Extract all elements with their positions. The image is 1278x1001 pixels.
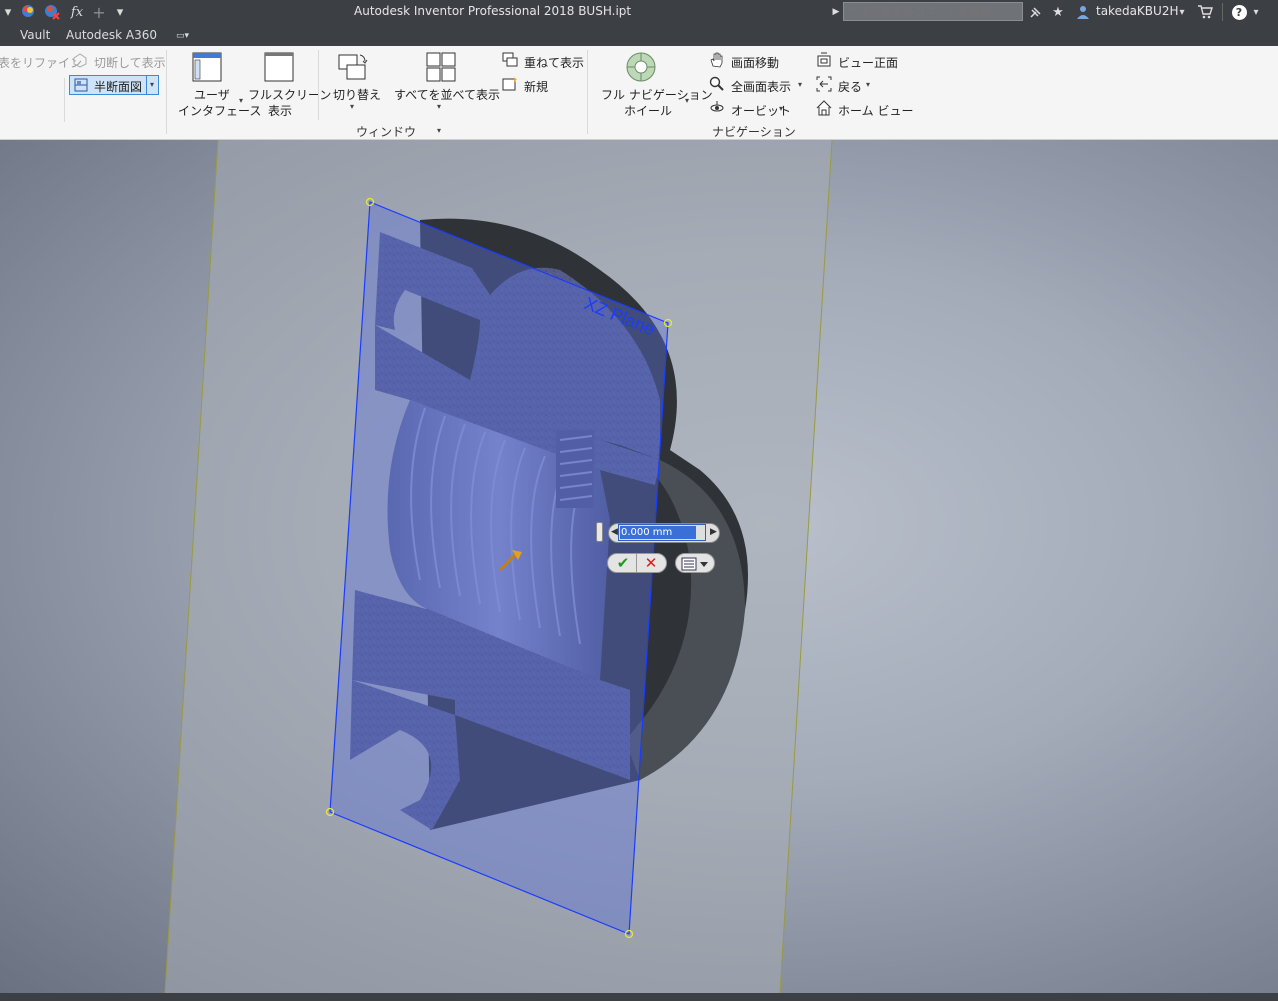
navigation-panel-label: ナビゲーション bbox=[712, 125, 796, 139]
window-panel-label: ウィンドウ bbox=[356, 125, 417, 139]
previous-view-label[interactable]: 戻る bbox=[838, 78, 862, 95]
decrease-arrow-icon[interactable]: ◀ bbox=[611, 527, 618, 537]
orbit-dropdown-icon[interactable]: ▾ bbox=[779, 104, 783, 113]
navigation-wheel-icon bbox=[626, 52, 656, 82]
app-menu-icon[interactable]: ▾ bbox=[0, 3, 16, 21]
section-cut-button[interactable]: 切断して表示 bbox=[94, 54, 166, 71]
tile-all-label[interactable]: すべてを並べて表示 bbox=[394, 86, 500, 103]
cascade-icon bbox=[502, 52, 518, 68]
help-search-input[interactable] bbox=[843, 2, 1023, 21]
fullscreen-label-2[interactable]: 表示 bbox=[268, 102, 292, 119]
switch-label[interactable]: 切り替え bbox=[333, 86, 381, 103]
favorites-star-icon[interactable]: ★ bbox=[1050, 3, 1066, 21]
full-nav-wheel-label-1[interactable]: フル ナビゲーション bbox=[601, 86, 713, 103]
graphics-viewport[interactable]: XZ Plane ◀ ▶ ✔ ✕ bbox=[0, 140, 1278, 993]
user-interface-label-1[interactable]: ユーザ bbox=[194, 86, 230, 103]
user-icon[interactable] bbox=[1074, 3, 1092, 21]
plus-icon[interactable]: + bbox=[90, 3, 108, 22]
tab-vault[interactable]: Vault bbox=[20, 28, 50, 42]
ribbon: 表をリファイン 切断して表示 半断面図 ▾ ユーザ インタフェース ▾ フルスク… bbox=[0, 46, 1278, 140]
user-menu-chevron-icon[interactable]: ▾ bbox=[1176, 3, 1188, 21]
tile-all-dropdown-icon[interactable]: ▾ bbox=[437, 102, 441, 111]
full-nav-wheel-dropdown-icon[interactable]: ▾ bbox=[685, 96, 689, 105]
app-title: Autodesk Inventor Professional 2018 BUSH… bbox=[354, 4, 632, 18]
zoom-all-label[interactable]: 全画面表示 bbox=[731, 78, 791, 95]
user-name[interactable]: takedaKBU2H bbox=[1096, 4, 1178, 18]
options-menu-button[interactable] bbox=[675, 553, 715, 573]
cancel-x-icon[interactable]: ✕ bbox=[640, 554, 662, 572]
mini-toolbar-grip[interactable] bbox=[596, 522, 603, 542]
user-interface-dropdown-icon[interactable]: ▾ bbox=[239, 96, 243, 105]
clear-appearance-icon[interactable] bbox=[42, 3, 62, 21]
window-panel-expand-icon[interactable]: ▾ bbox=[437, 126, 441, 135]
new-window-label[interactable]: 新規 bbox=[524, 78, 548, 95]
previous-view-icon bbox=[816, 76, 832, 92]
customize-toolbar-icon[interactable]: ▾ bbox=[112, 3, 128, 21]
ok-check-icon[interactable]: ✔ bbox=[612, 554, 634, 572]
cascade-label[interactable]: 重ねて表示 bbox=[524, 54, 584, 71]
half-section-label: 半断面図 bbox=[94, 80, 143, 94]
distance-value-input[interactable] bbox=[618, 524, 706, 541]
help-icon[interactable]: ? bbox=[1230, 3, 1248, 21]
status-bar bbox=[0, 993, 1278, 1001]
look-at-label[interactable]: ビュー正面 bbox=[838, 54, 898, 71]
tile-all-icon bbox=[426, 52, 456, 82]
satellite-icon[interactable] bbox=[1028, 3, 1044, 21]
home-view-label[interactable]: ホーム ビュー bbox=[838, 102, 913, 119]
ok-cancel-divider bbox=[636, 553, 637, 573]
tab-autodesk-a360[interactable]: Autodesk A360 bbox=[66, 28, 157, 42]
title-divider bbox=[1222, 3, 1223, 21]
half-section-dropdown-icon[interactable]: ▾ bbox=[150, 80, 154, 89]
previous-view-dropdown-icon[interactable]: ▾ bbox=[866, 80, 870, 89]
user-interface-label-2[interactable]: インタフェース bbox=[178, 102, 261, 119]
tab-options-icon[interactable]: ▭▾ bbox=[176, 31, 198, 41]
ribbon-separator bbox=[166, 50, 167, 134]
ribbon-separator bbox=[587, 50, 588, 134]
fullscreen-icon bbox=[264, 52, 294, 82]
refine-button[interactable]: 表をリファイン bbox=[0, 54, 82, 71]
appearance-icon[interactable] bbox=[18, 3, 38, 21]
home-view-icon bbox=[816, 100, 832, 116]
help-label: ? bbox=[1231, 4, 1247, 20]
look-at-icon bbox=[816, 52, 832, 68]
ribbon-separator bbox=[318, 50, 319, 120]
pan-hand-icon bbox=[709, 52, 725, 68]
switch-window-icon bbox=[338, 52, 368, 82]
user-interface-icon bbox=[192, 52, 222, 82]
switch-dropdown-icon[interactable]: ▾ bbox=[350, 102, 354, 111]
full-nav-wheel-label-2[interactable]: ホイール bbox=[624, 102, 672, 119]
increase-arrow-icon[interactable]: ▶ bbox=[710, 527, 717, 537]
expand-search-icon[interactable]: ▶ bbox=[830, 3, 842, 21]
half-section-button[interactable]: 半断面図 ▾ bbox=[69, 75, 159, 95]
zoom-dropdown-icon[interactable]: ▾ bbox=[798, 80, 802, 89]
title-bar: ▾ fx + ▾ Autodesk Inventor Professional … bbox=[0, 0, 1278, 24]
section-cut-icon bbox=[72, 52, 88, 68]
parameters-fx-icon[interactable]: fx bbox=[66, 3, 88, 21]
cart-icon[interactable] bbox=[1196, 3, 1214, 21]
ribbon-tab-row: Vault Autodesk A360 ▭▾ bbox=[0, 24, 1278, 46]
pan-label[interactable]: 画面移動 bbox=[731, 54, 779, 71]
zoom-all-icon bbox=[709, 76, 725, 92]
ribbon-separator bbox=[64, 78, 65, 122]
new-window-icon bbox=[502, 76, 518, 92]
options-list-icon bbox=[681, 557, 708, 571]
half-section-icon bbox=[73, 77, 89, 93]
help-menu-chevron-icon[interactable]: ▾ bbox=[1250, 3, 1262, 21]
split-divider bbox=[146, 76, 147, 94]
orbit-icon bbox=[709, 100, 725, 116]
